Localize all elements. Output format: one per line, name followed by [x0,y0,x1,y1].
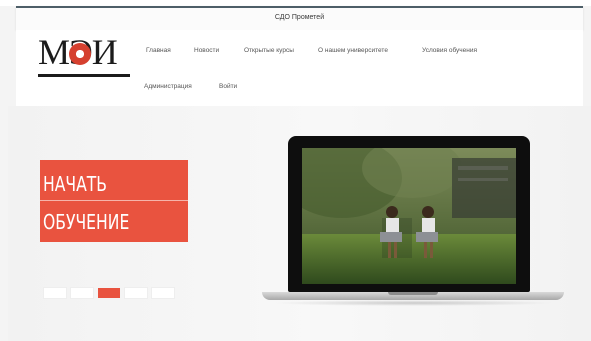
nav-item-news[interactable]: Новости [194,47,219,54]
site-title-bar: СДО Прометей [16,6,583,30]
slide-dot-5[interactable] [152,288,174,298]
children-with-laptops-photo [302,148,516,284]
laptop-notch [388,292,438,295]
slide-dot-4[interactable] [125,288,147,298]
nav-item-administration[interactable]: Администрация [144,83,192,90]
cta-line-2: ОБУЧЕНИЕ [43,210,130,234]
nav-item-home[interactable]: Главная [146,47,171,54]
nav-item-study-conditions[interactable]: Условия обучения [422,47,477,54]
slide-dot-2[interactable] [71,288,93,298]
laptop-screen [302,148,516,284]
start-learning-button[interactable]: НАЧАТЬ ОБУЧЕНИЕ [40,160,188,242]
laptop-lid [288,136,530,292]
nav-item-about-university[interactable]: О нашем университете [318,47,388,54]
logo-underline [38,74,130,77]
logo-emblem-icon [69,43,91,65]
site-header: МЭИ Главная Новости Открытые курсы О наш… [16,30,583,106]
cta-divider [40,200,188,201]
laptop-image [262,136,564,308]
laptop-shadow [272,300,554,306]
site-title: СДО Прометей [274,14,325,21]
mei-logo[interactable]: МЭИ [38,32,133,77]
cta-line-1: НАЧАТЬ [43,172,108,196]
slide-dot-1[interactable] [44,288,66,298]
nav-item-login[interactable]: Войти [219,83,237,90]
slide-dot-3[interactable] [98,288,120,298]
nav-item-open-courses[interactable]: Открытые курсы [244,47,294,54]
